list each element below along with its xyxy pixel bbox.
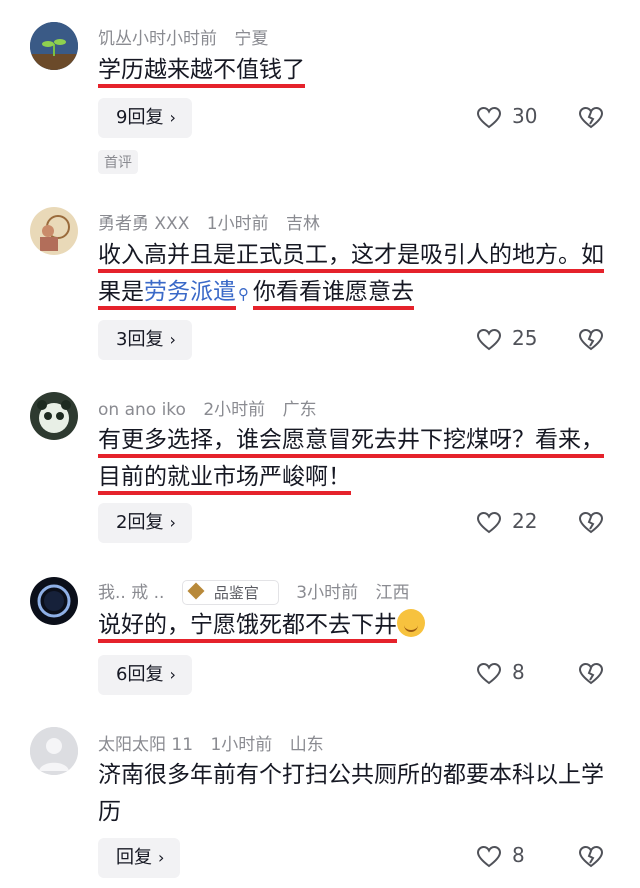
broken-heart-icon <box>578 662 604 685</box>
like-button[interactable]: 25 <box>476 320 556 360</box>
replies-button[interactable]: 2回复 › <box>98 503 192 543</box>
like-count: 8 <box>512 660 525 684</box>
heart-outline-icon <box>476 106 502 129</box>
comment-meta: 太阳太阳 11 1小时前 山东 <box>98 730 336 755</box>
comment-text: 济南很多年前有个打扫公共厕所的都要本科以上学历 <box>98 757 613 831</box>
like-button[interactable]: 22 <box>476 503 556 543</box>
replies-button[interactable]: 回复 › <box>98 838 181 878</box>
first-comment-tag: 首评 <box>98 150 138 174</box>
chevron-right-icon: › <box>169 330 176 349</box>
username[interactable]: 饥丛小时小时前 <box>98 29 217 49</box>
sprout-icon <box>30 22 78 70</box>
heart-outline-icon <box>476 845 502 868</box>
comment-text-part: 有更多选择，谁会愿意冒死去井下挖煤呀？看来，目前的就业市场严峻啊！ <box>98 427 604 490</box>
like-count: 30 <box>512 104 538 128</box>
default-user-icon <box>30 727 78 775</box>
username[interactable]: 我.. 戒 .. <box>98 583 164 603</box>
dislike-button[interactable] <box>578 503 608 543</box>
panda-icon <box>30 392 78 440</box>
region: 吉林 <box>285 214 320 234</box>
badge-label: 品鉴官 <box>213 584 259 602</box>
grin-emoji-icon <box>397 609 425 637</box>
timestamp: 1小时前 <box>206 214 269 234</box>
dislike-button[interactable] <box>578 98 608 138</box>
comment-text-part: 学历越来越不值钱了 <box>98 57 305 83</box>
comment-item: 太阳太阳 11 1小时前 山东 济南很多年前有个打扫公共厕所的都要本科以上学历 … <box>0 715 640 888</box>
region: 江西 <box>375 583 410 603</box>
comment-text-part: 你看看谁愿意去 <box>253 279 414 305</box>
heart-outline-icon <box>476 662 502 685</box>
comment-text-part: 说好的，宁愿饿死都不去下井 <box>98 612 397 638</box>
comment-item: 饥丛小时小时前 宁夏 学历越来越不值钱了 9回复 › 30 首评 <box>0 0 640 185</box>
replies-label: 6回复 <box>116 664 164 685</box>
comment-meta: 勇者勇 XXX 1小时前 吉林 <box>98 209 332 234</box>
avatar[interactable] <box>30 207 78 255</box>
broken-heart-icon <box>578 845 604 868</box>
comment-text: 学历越来越不值钱了 <box>98 52 613 89</box>
dislike-button[interactable] <box>578 837 608 877</box>
avatar[interactable] <box>30 577 78 625</box>
chevron-right-icon: › <box>169 513 176 532</box>
badge-icon <box>187 582 205 600</box>
timestamp: 1小时前 <box>210 735 273 755</box>
painting-icon <box>30 207 78 255</box>
reviewer-badge[interactable]: 品鉴官 <box>181 580 279 605</box>
heart-outline-icon <box>476 328 502 351</box>
replies-button[interactable]: 9回复 › <box>98 98 192 138</box>
username[interactable]: 太阳太阳 11 <box>98 735 193 755</box>
ring-icon <box>30 577 78 625</box>
comment-item: 我.. 戒 .. 品鉴官 3小时前 江西 说好的，宁愿饿死都不去下井 6回复 › … <box>0 560 640 715</box>
like-count: 25 <box>512 326 538 350</box>
avatar[interactable] <box>30 22 78 70</box>
search-icon[interactable]: ⚲ <box>238 285 249 303</box>
broken-heart-icon <box>578 328 604 351</box>
comment-text: 说好的，宁愿饿死都不去下井 <box>98 607 613 644</box>
comment-text-part: 济南很多年前有个打扫公共厕所的都要本科以上学历 <box>98 762 604 825</box>
replies-label: 3回复 <box>116 329 164 350</box>
avatar[interactable] <box>30 727 78 775</box>
comment-item: 勇者勇 XXX 1小时前 吉林 收入高并且是正式员工，这才是吸引人的地方。如果是… <box>0 185 640 375</box>
timestamp: 3小时前 <box>296 583 359 603</box>
heart-outline-icon <box>476 511 502 534</box>
chevron-right-icon: › <box>169 108 176 127</box>
comment-meta: 我.. 戒 .. 品鉴官 3小时前 江西 <box>98 578 422 605</box>
timestamp: 2小时前 <box>203 400 266 420</box>
chevron-right-icon: › <box>169 665 176 684</box>
search-link[interactable]: 劳务派遣 <box>144 279 236 305</box>
region: 山东 <box>289 735 324 755</box>
comment-meta: on ano iko 2小时前 广东 <box>98 395 329 420</box>
username[interactable]: 勇者勇 XXX <box>98 214 189 234</box>
region: 广东 <box>282 400 317 420</box>
username[interactable]: on ano iko <box>98 400 186 420</box>
chevron-right-icon: › <box>158 848 165 867</box>
avatar[interactable] <box>30 392 78 440</box>
like-button[interactable]: 8 <box>476 654 556 694</box>
comment-text: 有更多选择，谁会愿意冒死去井下挖煤呀？看来，目前的就业市场严峻啊！ <box>98 422 613 496</box>
broken-heart-icon <box>578 106 604 129</box>
dislike-button[interactable] <box>578 654 608 694</box>
broken-heart-icon <box>578 511 604 534</box>
like-button[interactable]: 30 <box>476 98 556 138</box>
like-count: 22 <box>512 509 538 533</box>
replies-label: 2回复 <box>116 512 164 533</box>
comment-meta: 饥丛小时小时前 宁夏 <box>98 24 280 49</box>
like-count: 8 <box>512 843 525 867</box>
replies-label: 回复 <box>116 847 152 868</box>
replies-label: 9回复 <box>116 107 164 128</box>
like-button[interactable]: 8 <box>476 837 556 877</box>
dislike-button[interactable] <box>578 320 608 360</box>
comment-item: on ano iko 2小时前 广东 有更多选择，谁会愿意冒死去井下挖煤呀？看来… <box>0 375 640 560</box>
region: 宁夏 <box>234 29 269 49</box>
replies-button[interactable]: 3回复 › <box>98 320 192 360</box>
comment-text: 收入高并且是正式员工，这才是吸引人的地方。如果是劳务派遣 ⚲ 你看看谁愿意去 <box>98 237 613 313</box>
replies-button[interactable]: 6回复 › <box>98 655 192 695</box>
